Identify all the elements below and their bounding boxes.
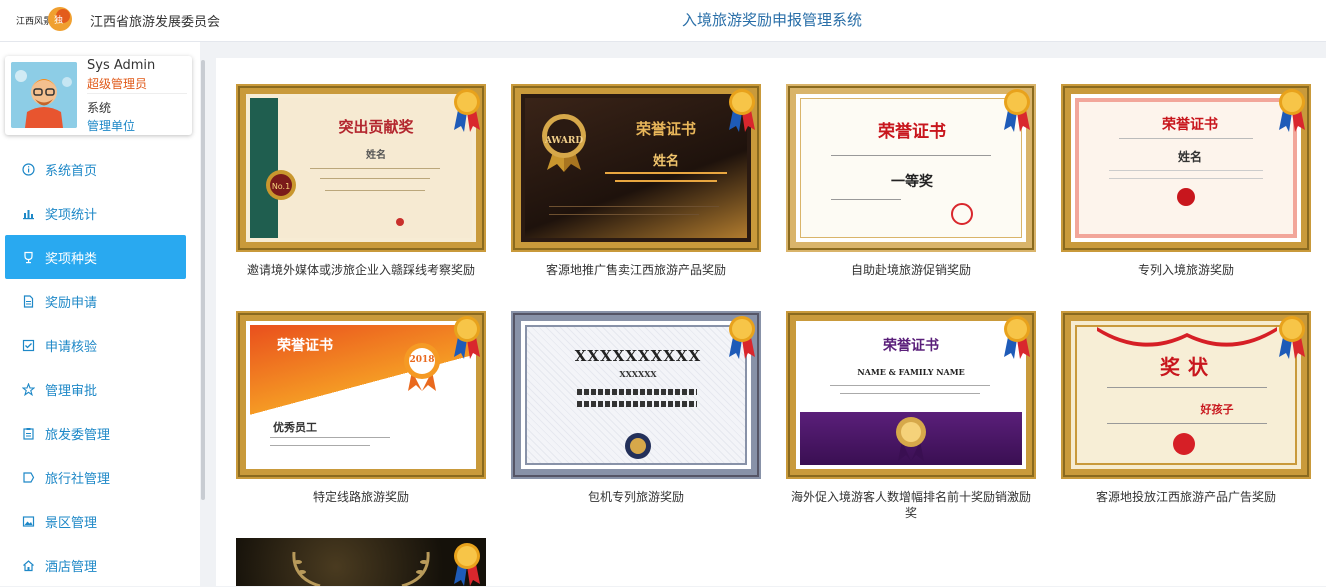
user-card: Sys Admin 超级管理员 系统 管理单位 [5,56,192,135]
sidebar-item-scenic-area[interactable]: 景区管理 [5,499,186,543]
medal-ribbon-icon [1279,89,1305,132]
award-card[interactable]: AWARD 荣誉证书 姓名 客源地推广售卖江西旅游产品奖励 [511,84,761,277]
award-card[interactable]: 奖状 好孩子 客源地投放江西旅游产品广告奖励 [1061,311,1311,504]
certificate-image: 荣誉证书 2018 优秀员工 [236,311,486,479]
sidebar-item-label: 管理审批 [45,383,98,399]
certificate-image: 荣誉证书 NAME & FAMILY NAME [786,311,1036,479]
certificate-image [236,538,486,586]
avatar [11,62,77,128]
info-icon [21,162,35,176]
sidebar-item-label: 景区管理 [45,515,98,531]
certificate-title: 突出贡献奖 [338,118,414,136]
medal-ribbon-icon [1279,316,1305,359]
user-unit[interactable]: 管理单位 [87,117,135,134]
sidebar-item-label: 奖项统计 [45,207,98,223]
sidebar-scrollbar-thumb[interactable] [201,60,205,500]
sidebar-item-label: 旅行社管理 [45,471,111,487]
system-title: 入境旅游奖励申报管理系统 [681,11,862,29]
star-icon [21,382,35,396]
award-card[interactable]: 荣誉证书 一等奖 自助赴境旅游促销奖励 [786,84,1036,277]
certificate-name: 好孩子 [1200,403,1234,416]
sidebar: Sys Admin 超级管理员 系统 管理单位 系统首页 奖项统计 奖项种类 奖… [0,42,200,586]
sidebar-item-hotel[interactable]: 酒店管理 [5,543,186,587]
certificate-title: 荣誉证书 [1162,117,1218,133]
sidebar-item-management-approval[interactable]: 管理审批 [5,367,186,411]
award-caption[interactable]: 特定线路旅游奖励 [236,489,486,505]
award-caption[interactable]: 包机专列旅游奖励 [511,489,761,505]
certificate-title: 荣誉证书 [883,338,939,354]
medal-ribbon-icon [454,316,480,359]
certificate-badge: 2018 [409,355,435,365]
certificate-title: 奖状 [1160,355,1216,379]
certificate-image: 奖状 好孩子 [1061,311,1311,479]
sidebar-item-label: 奖项种类 [45,251,98,267]
divider [87,93,187,94]
award-card[interactable]: 荣誉证书 姓名 专列入境旅游奖励 [1061,84,1311,277]
medal-ribbon-icon [454,89,480,132]
certificate-name: 姓名 [652,154,679,169]
certificate-title: 荣誉证书 [635,120,696,138]
medal-ribbon-icon [729,316,755,359]
picture-icon [21,514,35,528]
certificate-image: XXXXXXXXXX XXXXXX [511,311,761,479]
sidebar-item-home[interactable]: 系统首页 [5,147,186,191]
medal-ribbon-icon [1004,316,1030,359]
certificate-title: XXXXXXXXXX [574,347,702,365]
award-card[interactable]: 荣誉证书 NAME & FAMILY NAME 海外促入境游客人数增幅排名前十奖… [786,311,1036,520]
checkbox-icon [21,338,35,352]
award-caption[interactable]: 海外促入境游客人数增幅排名前十奖励销激励奖 [786,489,1036,521]
certificate-name: XXXXXX [619,369,657,379]
award-caption[interactable]: 客源地投放江西旅游产品广告奖励 [1061,489,1311,505]
award-caption[interactable]: 邀请境外媒体或涉旅企业入赣踩线考察奖励 [236,262,486,278]
medal-ribbon-icon [454,543,480,586]
certificate-name: 姓名 [366,150,386,161]
certificate-title: 荣誉证书 [878,122,946,142]
sidebar-item-label: 申请核验 [45,339,98,355]
home-icon [21,558,35,572]
certificate-name: 优秀员工 [273,421,317,434]
sidebar-item-travel-agency[interactable]: 旅行社管理 [5,455,186,499]
certificate-image: 荣誉证书 一等奖 [786,84,1036,252]
sidebar-item-label: 系统首页 [45,163,98,179]
trophy-icon [21,250,35,264]
document-icon [21,294,35,308]
sidebar-item-label: 酒店管理 [45,559,98,575]
sidebar-item-label: 旅发委管理 [45,427,111,443]
award-caption[interactable]: 专列入境旅游奖励 [1061,262,1311,278]
award-card[interactable]: 荣誉证书 2018 优秀员工 特定线路旅游奖励 [236,311,486,504]
medal-ribbon-icon [1004,89,1030,132]
sidebar-item-award-stats[interactable]: 奖项统计 [5,191,186,235]
award-card[interactable] [236,538,486,586]
svg-text:No.1: No.1 [272,182,290,191]
certificate-name: NAME & FAMILY NAME [857,367,965,377]
certificate-badge: AWARD [544,136,584,146]
certificate-name: 一等奖 [891,174,933,190]
certificate-image: 荣誉证书 姓名 [1061,84,1311,252]
award-grid: 突出贡献奖 姓名 No.1 邀请境外媒体或涉旅企业入赣踩线考察奖励 AWARD … [216,58,1326,586]
award-card[interactable]: 突出贡献奖 姓名 No.1 邀请境外媒体或涉旅企业入赣踩线考察奖励 [236,84,486,277]
award-caption[interactable]: 客源地推广售卖江西旅游产品奖励 [511,262,761,278]
user-name: Sys Admin [87,58,156,73]
certificate-name: 姓名 [1177,150,1202,164]
certificate-image: AWARD 荣誉证书 姓名 [511,84,761,252]
certificate-image: 突出贡献奖 姓名 No.1 [236,84,486,252]
medal-ribbon-icon [729,89,755,132]
top-bar: 江西风景 独 江西省旅游发展委员会 入境旅游奖励申报管理系统 [0,0,1326,42]
sidebar-item-award-types[interactable]: 奖项种类 [5,235,186,279]
sidebar-item-label: 奖励申请 [45,295,98,311]
clipboard-icon [21,426,35,440]
certificate-title: 荣誉证书 [277,338,333,354]
sidebar-item-application-verify[interactable]: 申请核验 [5,323,186,367]
sidebar-item-award-application[interactable]: 奖励申请 [5,279,186,323]
sidebar-item-tourism-committee[interactable]: 旅发委管理 [5,411,186,455]
user-label: 系统 [87,101,112,115]
flag-icon [21,470,35,484]
sidebar-menu: 系统首页 奖项统计 奖项种类 奖励申请 申请核验 管理审批 旅发委管理 旅行社管… [5,147,186,587]
bar-chart-icon [21,206,35,220]
award-caption[interactable]: 自助赴境旅游促销奖励 [786,262,1036,278]
user-role: 超级管理员 [87,77,148,91]
award-card[interactable]: XXXXXXXXXX XXXXXX 包机专列旅游奖励 [511,311,761,504]
